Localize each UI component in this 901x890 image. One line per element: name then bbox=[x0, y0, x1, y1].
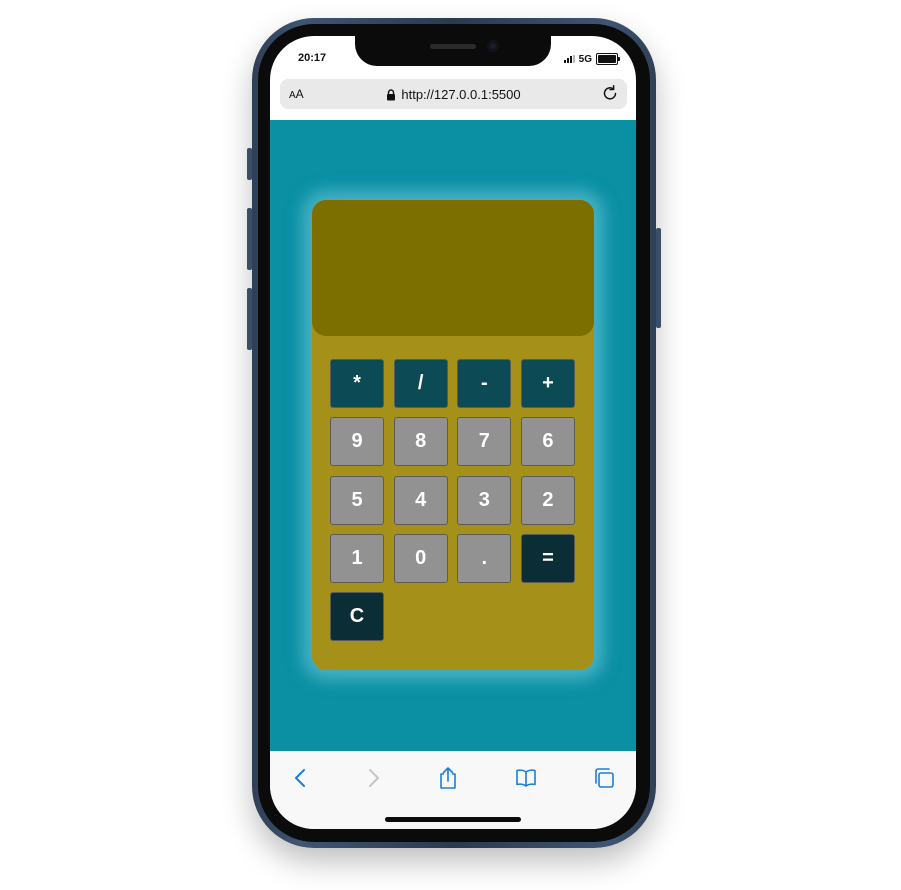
network-type: 5G bbox=[578, 53, 592, 65]
text-size-label-large: A bbox=[295, 87, 304, 101]
key-divide-button[interactable]: / bbox=[393, 359, 448, 408]
device-mockup: 20:17 5G AA http://127.0.0.1:5500 * / - … bbox=[0, 0, 901, 890]
keypad: * / - +9 8 7 6 5 4 3 2 1 0. = C bbox=[330, 359, 575, 642]
status-time: 20:17 bbox=[298, 52, 327, 64]
speaker-grille bbox=[430, 44, 476, 49]
book-icon[interactable] bbox=[513, 765, 539, 791]
action-button bbox=[247, 148, 252, 180]
home-indicator[interactable] bbox=[385, 817, 521, 822]
chevron-right-icon[interactable] bbox=[360, 765, 386, 791]
key-0-button[interactable]: 0 bbox=[393, 533, 448, 583]
volume-down-button bbox=[247, 288, 252, 350]
phone-screen: 20:17 5G AA http://127.0.0.1:5500 * / - … bbox=[270, 36, 636, 829]
key-8-button[interactable]: 8 bbox=[393, 417, 448, 467]
notch bbox=[355, 36, 551, 66]
url-text[interactable]: http://127.0.0.1:5500 bbox=[401, 87, 520, 102]
calculator: * / - +9 8 7 6 5 4 3 2 1 0. = C bbox=[312, 200, 594, 670]
key-1-button[interactable]: 1 bbox=[330, 533, 384, 583]
key-decimal-button[interactable]: . bbox=[457, 533, 512, 583]
key-6-button[interactable]: 6 bbox=[520, 417, 575, 467]
text-size-button[interactable]: AA bbox=[289, 87, 304, 101]
key-5-button[interactable]: 5 bbox=[330, 475, 384, 525]
key-2-button[interactable]: 2 bbox=[520, 475, 575, 525]
status-indicators: 5G bbox=[563, 52, 620, 66]
key-3-button[interactable]: 3 bbox=[457, 475, 512, 525]
chevron-left-icon[interactable] bbox=[288, 765, 314, 791]
key-4-button[interactable]: 4 bbox=[393, 475, 448, 525]
key-9-button[interactable]: 9 bbox=[330, 417, 384, 467]
share-icon[interactable] bbox=[435, 765, 461, 791]
cellular-signal-icon bbox=[563, 55, 575, 63]
key-add-button[interactable]: + bbox=[520, 359, 575, 408]
web-viewport: * / - +9 8 7 6 5 4 3 2 1 0. = C bbox=[270, 120, 636, 751]
tabs-icon[interactable] bbox=[591, 765, 617, 791]
key-multiply-button[interactable]: * bbox=[330, 359, 384, 408]
calculator-display bbox=[312, 200, 594, 336]
lock-icon bbox=[387, 88, 396, 100]
camera-icon bbox=[487, 40, 499, 52]
address-bar[interactable]: AA http://127.0.0.1:5500 bbox=[280, 79, 627, 109]
key-clear-button[interactable]: C bbox=[330, 592, 384, 642]
volume-up-button bbox=[247, 208, 252, 270]
text-size-label-small: A bbox=[289, 90, 296, 101]
key-7-button[interactable]: 7 bbox=[457, 417, 512, 467]
reload-icon[interactable] bbox=[601, 84, 619, 102]
browser-toolbar bbox=[270, 751, 636, 829]
key-subtract-button[interactable]: - bbox=[457, 359, 512, 408]
battery-icon bbox=[596, 53, 620, 65]
power-button bbox=[656, 228, 661, 328]
key-equals-button[interactable]: = bbox=[520, 533, 575, 583]
